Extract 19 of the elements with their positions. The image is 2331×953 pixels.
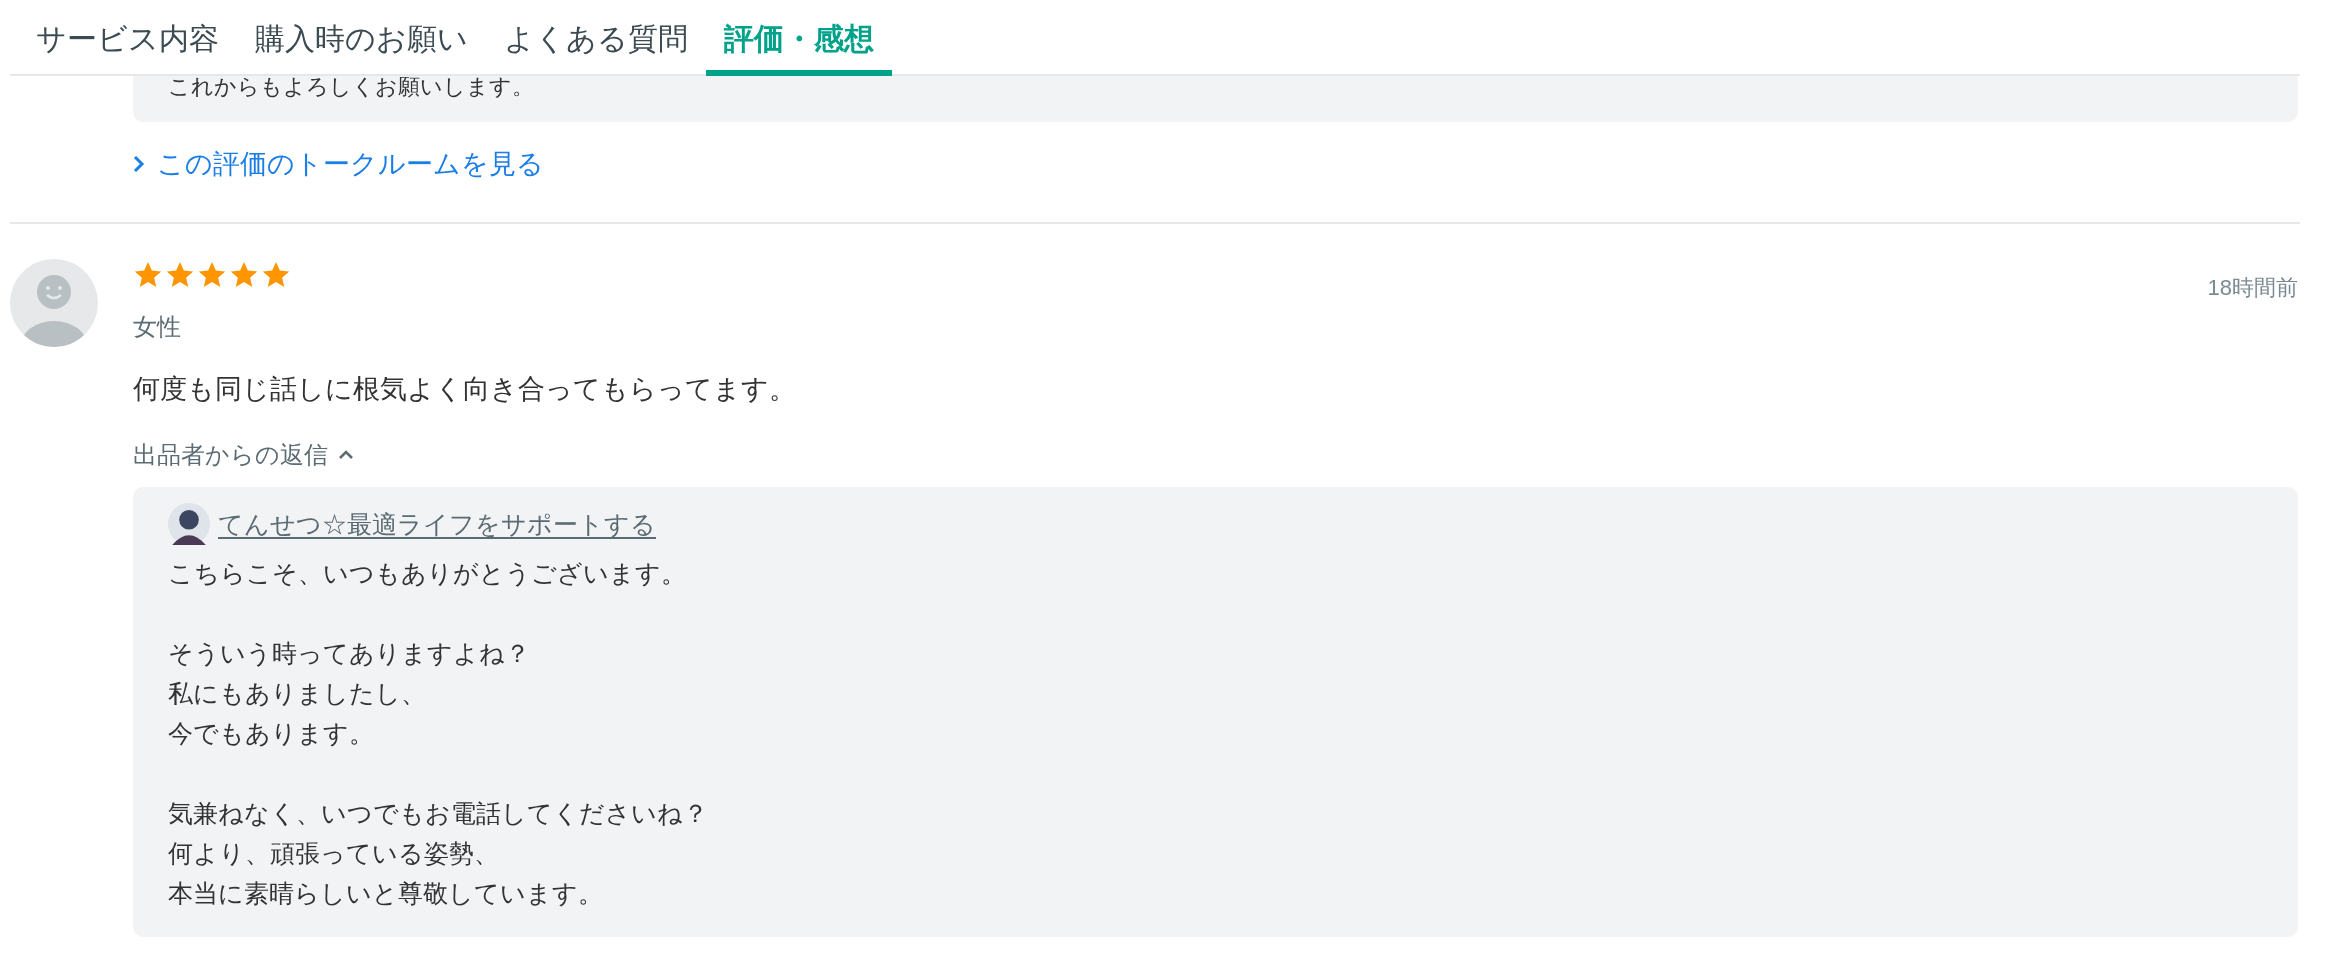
- reply-toggle[interactable]: 出品者からの返信: [133, 438, 354, 471]
- review-time: 18時間前: [2207, 273, 2298, 302]
- reply-text-line: 本当に素晴らしいと尊敬しています。: [168, 877, 603, 909]
- reply-text-line: こちらこそ、いつもありがとうございます。: [168, 557, 686, 589]
- seller-avatar-icon: [168, 502, 210, 545]
- tab[interactable]: 購入時のお願い: [237, 0, 486, 76]
- reply-text-line: 今でもあります。: [168, 717, 374, 749]
- tab[interactable]: サービス内容: [18, 0, 237, 76]
- reply-text: これからもよろしくお願いします。: [168, 76, 535, 98]
- reviewer-gender: 女性: [133, 311, 181, 342]
- talkroom-link[interactable]: この評価のトークルームを見る: [133, 144, 544, 185]
- reply-text-line: 何より、頑張っている姿勢、: [168, 837, 499, 869]
- reply-text-line: そういう時ってありますよね？: [168, 637, 530, 669]
- tab[interactable]: よくある質問: [486, 0, 706, 76]
- reply-text-line: 私にもありましたし、: [168, 677, 426, 709]
- reply-text-line: 気兼ねなく、いつでもお電話してくださいね？: [168, 797, 708, 829]
- review-comment: 何度も同じ話しに根気よく向き合ってもらってます。: [133, 372, 796, 406]
- seller-name-link[interactable]: てんせつ☆最適ライフをサポートする: [218, 506, 656, 541]
- chevron-right-icon: [133, 155, 145, 174]
